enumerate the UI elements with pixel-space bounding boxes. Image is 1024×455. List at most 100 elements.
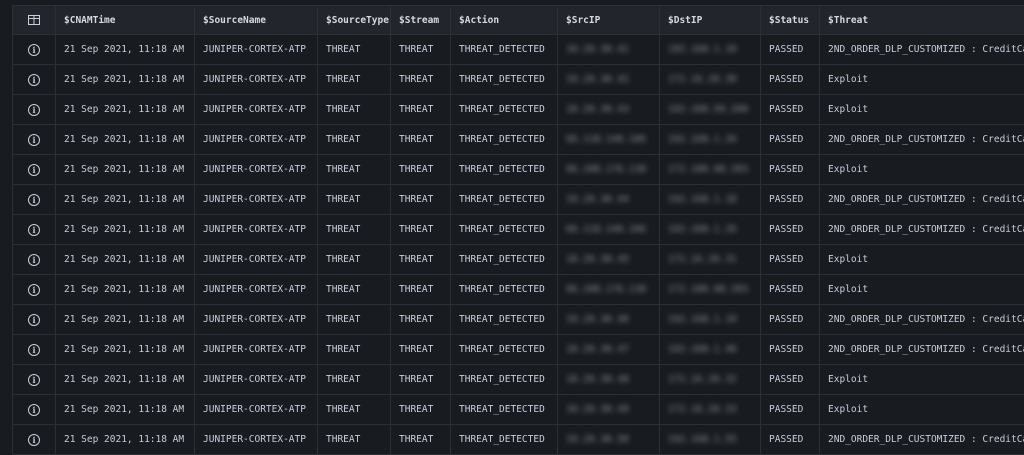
column-header-threat[interactable]: $Threat — [820, 6, 1024, 35]
cell-status: PASSED — [761, 395, 820, 425]
cell-srcip-value: 66.118.140.106 — [566, 134, 646, 145]
cell-cnamtime: 21 Sep 2021, 11:18 AM — [56, 185, 195, 215]
cell-status: PASSED — [761, 365, 820, 395]
info-circle-icon: i — [28, 134, 40, 146]
info-circle-icon: i — [28, 434, 40, 446]
cell-srcip-value: 66.200.176.130 — [566, 284, 646, 295]
table-row[interactable]: i21 Sep 2021, 11:18 AMJUNIPER-CORTEX-ATP… — [13, 425, 1024, 455]
row-details-button[interactable]: i — [13, 395, 56, 425]
cell-srcip: 66.118.140.106 — [558, 215, 660, 245]
column-header-sourcetype[interactable]: $SourceType — [318, 6, 391, 35]
cell-stream: THREAT — [391, 215, 451, 245]
cell-dstip: 192.168.1.18 — [660, 185, 761, 215]
row-details-button[interactable]: i — [13, 125, 56, 155]
cell-status: PASSED — [761, 65, 820, 95]
table-row[interactable]: i21 Sep 2021, 11:18 AMJUNIPER-CORTEX-ATP… — [13, 155, 1024, 185]
table-row[interactable]: i21 Sep 2021, 11:18 AMJUNIPER-CORTEX-ATP… — [13, 245, 1024, 275]
cell-sourcetype: THREAT — [318, 245, 391, 275]
table-row[interactable]: i21 Sep 2021, 11:18 AMJUNIPER-CORTEX-ATP… — [13, 95, 1024, 125]
row-details-button[interactable]: i — [13, 185, 56, 215]
cell-cnamtime: 21 Sep 2021, 11:18 AM — [56, 275, 195, 305]
cell-dstip: 192.168.1.40 — [660, 335, 761, 365]
cell-threat: Exploit — [820, 245, 1024, 275]
column-header-action[interactable]: $Action — [451, 6, 558, 35]
cell-threat: 2ND_ORDER_DLP_CUSTOMIZED : CreditCard — [820, 305, 1024, 335]
cell-stream: THREAT — [391, 425, 451, 455]
table-row[interactable]: i21 Sep 2021, 11:18 AMJUNIPER-CORTEX-ATP… — [13, 125, 1024, 155]
cell-stream: THREAT — [391, 335, 451, 365]
table-row[interactable]: i21 Sep 2021, 11:18 AMJUNIPER-CORTEX-ATP… — [13, 65, 1024, 95]
cell-cnamtime: 21 Sep 2021, 11:18 AM — [56, 65, 195, 95]
cell-stream: THREAT — [391, 245, 451, 275]
row-details-button[interactable]: i — [13, 275, 56, 305]
row-details-button[interactable]: i — [13, 215, 56, 245]
column-header-cnamtime[interactable]: $CNAMTime — [56, 6, 195, 35]
table-body: i21 Sep 2021, 11:18 AMJUNIPER-CORTEX-ATP… — [13, 35, 1024, 455]
row-details-button[interactable]: i — [13, 425, 56, 455]
row-details-button[interactable]: i — [13, 65, 56, 95]
info-circle-icon: i — [28, 44, 40, 56]
cell-dstip: 172.16.20.33 — [660, 395, 761, 425]
table-grid-icon — [28, 15, 40, 25]
cell-srcip-value: 10.20.30.49 — [566, 404, 629, 415]
column-header-status[interactable]: $Status — [761, 6, 820, 35]
cell-status: PASSED — [761, 185, 820, 215]
log-table: $CNAMTime $SourceName $SourceType $Strea… — [12, 5, 1024, 455]
table-row[interactable]: i21 Sep 2021, 11:18 AMJUNIPER-CORTEX-ATP… — [13, 275, 1024, 305]
table-row[interactable]: i21 Sep 2021, 11:18 AMJUNIPER-CORTEX-ATP… — [13, 335, 1024, 365]
cell-srcip: 10.20.30.49 — [558, 395, 660, 425]
column-header-srcip[interactable]: $SrcIP — [558, 6, 660, 35]
cell-sourcetype: THREAT — [318, 155, 391, 185]
cell-sourcetype: THREAT — [318, 335, 391, 365]
cell-dstip: 172.100.90.203 — [660, 275, 761, 305]
cell-sourcename: JUNIPER-CORTEX-ATP — [195, 155, 318, 185]
table-row[interactable]: i21 Sep 2021, 11:18 AMJUNIPER-CORTEX-ATP… — [13, 365, 1024, 395]
row-details-button[interactable]: i — [13, 365, 56, 395]
info-circle-icon: i — [28, 194, 40, 206]
cell-action: THREAT_DETECTED — [451, 95, 558, 125]
cell-dstip-value: 172.16.20.33 — [668, 404, 737, 415]
table-row[interactable]: i21 Sep 2021, 11:18 AMJUNIPER-CORTEX-ATP… — [13, 215, 1024, 245]
cell-srcip-value: 10.20.30.46 — [566, 314, 629, 325]
cell-dstip: 192.168.1.26 — [660, 125, 761, 155]
cell-threat: Exploit — [820, 155, 1024, 185]
column-header-sourcename[interactable]: $SourceName — [195, 6, 318, 35]
row-details-button[interactable]: i — [13, 305, 56, 335]
cell-threat: Exploit — [820, 65, 1024, 95]
cell-sourcetype: THREAT — [318, 185, 391, 215]
cell-dstip-value: 172.16.20.32 — [668, 374, 737, 385]
row-details-button[interactable]: i — [13, 95, 56, 125]
cell-srcip-value: 10.20.30.43 — [566, 104, 629, 115]
info-circle-icon: i — [28, 344, 40, 356]
cell-action: THREAT_DETECTED — [451, 245, 558, 275]
table-row[interactable]: i21 Sep 2021, 11:18 AMJUNIPER-CORTEX-ATP… — [13, 305, 1024, 335]
cell-cnamtime: 21 Sep 2021, 11:18 AM — [56, 125, 195, 155]
cell-dstip-value: 192.168.50.200 — [668, 104, 748, 115]
cell-cnamtime: 21 Sep 2021, 11:18 AM — [56, 245, 195, 275]
cell-stream: THREAT — [391, 95, 451, 125]
table-row[interactable]: i21 Sep 2021, 11:18 AMJUNIPER-CORTEX-ATP… — [13, 35, 1024, 65]
cell-stream: THREAT — [391, 275, 451, 305]
cell-dstip: 192.168.1.10 — [660, 305, 761, 335]
cell-action: THREAT_DETECTED — [451, 185, 558, 215]
column-header-stream[interactable]: $Stream — [391, 6, 451, 35]
table-row[interactable]: i21 Sep 2021, 11:18 AMJUNIPER-CORTEX-ATP… — [13, 185, 1024, 215]
cell-action: THREAT_DETECTED — [451, 425, 558, 455]
row-details-button[interactable]: i — [13, 155, 56, 185]
cell-status: PASSED — [761, 275, 820, 305]
row-details-button[interactable]: i — [13, 335, 56, 365]
cell-stream: THREAT — [391, 125, 451, 155]
cell-status: PASSED — [761, 35, 820, 65]
row-details-button[interactable]: i — [13, 35, 56, 65]
cell-stream: THREAT — [391, 185, 451, 215]
cell-sourcetype: THREAT — [318, 395, 391, 425]
table-row[interactable]: i21 Sep 2021, 11:18 AMJUNIPER-CORTEX-ATP… — [13, 395, 1024, 425]
cell-sourcename: JUNIPER-CORTEX-ATP — [195, 95, 318, 125]
row-details-button[interactable]: i — [13, 245, 56, 275]
cell-cnamtime: 21 Sep 2021, 11:18 AM — [56, 365, 195, 395]
cell-sourcetype: THREAT — [318, 125, 391, 155]
column-header-dstip[interactable]: $DstIP — [660, 6, 761, 35]
column-options-button[interactable] — [13, 6, 56, 35]
cell-sourcetype: THREAT — [318, 425, 391, 455]
cell-status: PASSED — [761, 215, 820, 245]
